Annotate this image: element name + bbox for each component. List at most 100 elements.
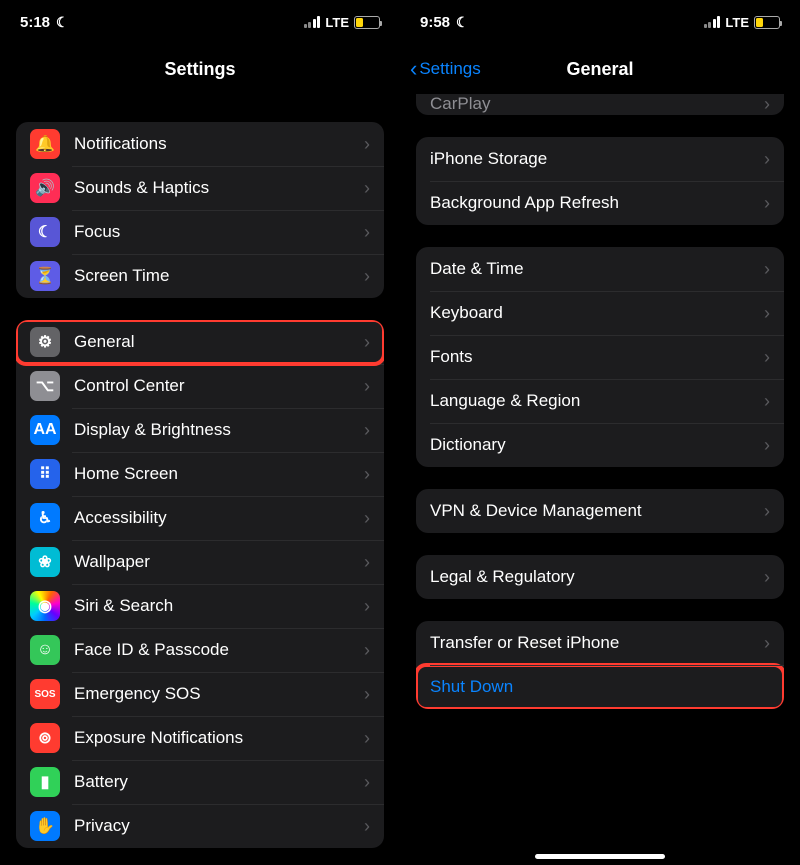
back-label: Settings [419, 59, 480, 79]
chevron-left-icon: ‹ [410, 56, 417, 82]
row-general[interactable]: ⚙ General› [16, 320, 384, 364]
network-label: LTE [325, 15, 349, 30]
signal-icon [704, 16, 721, 28]
row-datetime[interactable]: Date & Time› [416, 247, 784, 291]
signal-icon [304, 16, 321, 28]
siri-icon: ◉ [30, 591, 60, 621]
row-notifications[interactable]: 🔔Notifications› [16, 122, 384, 166]
gear-icon: ⚙ [30, 327, 60, 357]
moon-icon: ☾ [30, 217, 60, 247]
dnd-moon-icon: ☾ [56, 14, 69, 31]
row-label: Focus [74, 222, 364, 242]
status-bar: 9:58 ☾ LTE [400, 0, 800, 44]
row-label: Dictionary [430, 435, 764, 455]
battery-icon [354, 16, 380, 29]
row-focus[interactable]: ☾ Focus› [16, 210, 384, 254]
chevron-right-icon: › [364, 508, 370, 529]
row-keyboard[interactable]: Keyboard› [416, 291, 784, 335]
page-title: Settings [164, 59, 235, 80]
row-faceid[interactable]: ☺Face ID & Passcode› [16, 628, 384, 672]
row-bgrefresh[interactable]: Background App Refresh› [416, 181, 784, 225]
row-label: General [74, 332, 364, 352]
row-label: iPhone Storage [430, 149, 764, 169]
switches-icon: ⌥ [30, 371, 60, 401]
chevron-right-icon: › [364, 816, 370, 837]
row-label: Fonts [430, 347, 764, 367]
row-battery[interactable]: ▮Battery› [16, 760, 384, 804]
chevron-right-icon: › [364, 596, 370, 617]
row-privacy[interactable]: ✋ Privacy› [16, 804, 384, 848]
chevron-right-icon: › [764, 259, 770, 280]
chevron-right-icon: › [364, 266, 370, 287]
row-fonts[interactable]: Fonts› [416, 335, 784, 379]
chevron-right-icon: › [364, 222, 370, 243]
dnd-moon-icon: ☾ [456, 14, 469, 31]
row-controlcenter[interactable]: ⌥ Control Center› [16, 364, 384, 408]
row-transfer[interactable]: Transfer or Reset iPhone› [416, 621, 784, 665]
row-label: Control Center [74, 376, 364, 396]
status-bar: 5:18 ☾ LTE [0, 0, 400, 44]
chevron-right-icon: › [364, 552, 370, 573]
chevron-right-icon: › [764, 567, 770, 588]
nav-header: Settings [0, 44, 400, 94]
nav-header: ‹ Settings General [400, 44, 800, 94]
row-accessibility[interactable]: ♿︎Accessibility› [16, 496, 384, 540]
chevron-right-icon: › [764, 633, 770, 654]
row-vpn[interactable]: VPN & Device Management› [416, 489, 784, 533]
exposure-icon: ⊚ [30, 723, 60, 753]
chevron-right-icon: › [764, 193, 770, 214]
row-label: Face ID & Passcode [74, 640, 364, 660]
chevron-right-icon: › [764, 501, 770, 522]
row-label: Battery [74, 772, 364, 792]
row-sounds[interactable]: 🔊Sounds & Haptics› [16, 166, 384, 210]
chevron-right-icon: › [364, 332, 370, 353]
row-language[interactable]: Language & Region› [416, 379, 784, 423]
row-screentime[interactable]: ⏳Screen Time› [16, 254, 384, 298]
row-dictionary[interactable]: Dictionary› [416, 423, 784, 467]
text-size-icon: AA [30, 415, 60, 445]
battery-icon: ▮ [30, 767, 60, 797]
row-shutdown[interactable]: Shut Down [416, 665, 784, 709]
row-storage[interactable]: iPhone Storage› [416, 137, 784, 181]
chevron-right-icon: › [364, 376, 370, 397]
row-label: Screen Time [74, 266, 364, 286]
home-indicator[interactable] [535, 854, 665, 859]
faceid-icon: ☺ [30, 635, 60, 665]
row-label: Exposure Notifications [74, 728, 364, 748]
row-label: Display & Brightness [74, 420, 364, 440]
row-sos[interactable]: SOS Emergency SOS› [16, 672, 384, 716]
row-legal[interactable]: Legal & Regulatory› [416, 555, 784, 599]
chevron-right-icon: › [764, 347, 770, 368]
back-button[interactable]: ‹ Settings [410, 56, 481, 82]
row-label: Emergency SOS [74, 684, 364, 704]
row-label: Transfer or Reset iPhone [430, 633, 764, 653]
row-exposure[interactable]: ⊚Exposure Notifications› [16, 716, 384, 760]
sos-icon: SOS [30, 679, 60, 709]
page-title: General [566, 59, 633, 80]
network-label: LTE [725, 15, 749, 30]
chevron-right-icon: › [364, 684, 370, 705]
row-label: VPN & Device Management [430, 501, 764, 521]
row-label: Keyboard [430, 303, 764, 323]
row-label: Siri & Search [74, 596, 364, 616]
hand-icon: ✋ [30, 811, 60, 841]
row-label: Wallpaper [74, 552, 364, 572]
chevron-right-icon: › [364, 134, 370, 155]
row-label: Sounds & Haptics [74, 178, 364, 198]
row-label: Date & Time [430, 259, 764, 279]
row-label: Language & Region [430, 391, 764, 411]
general-list[interactable]: CarPlay›iPhone Storage›Background App Re… [400, 94, 800, 709]
row-siri[interactable]: ◉ Siri & Search› [16, 584, 384, 628]
general-screen: 9:58 ☾ LTE ‹ Settings General CarPlay› iP… [400, 0, 800, 865]
settings-screen: 5:18 ☾ LTE Settings 🔔Notifications›🔊Soun… [0, 0, 400, 865]
row-label: Privacy [74, 816, 364, 836]
row-carplay[interactable]: CarPlay› [416, 94, 784, 115]
settings-list[interactable]: 🔔Notifications›🔊Sounds & Haptics›☾Focus›… [0, 122, 400, 848]
flower-icon: ❀ [30, 547, 60, 577]
battery-icon [754, 16, 780, 29]
row-label: Notifications [74, 134, 364, 154]
row-wallpaper[interactable]: ❀ Wallpaper› [16, 540, 384, 584]
chevron-right-icon: › [364, 464, 370, 485]
row-homescreen[interactable]: ⠿Home Screen› [16, 452, 384, 496]
row-display[interactable]: AADisplay & Brightness› [16, 408, 384, 452]
